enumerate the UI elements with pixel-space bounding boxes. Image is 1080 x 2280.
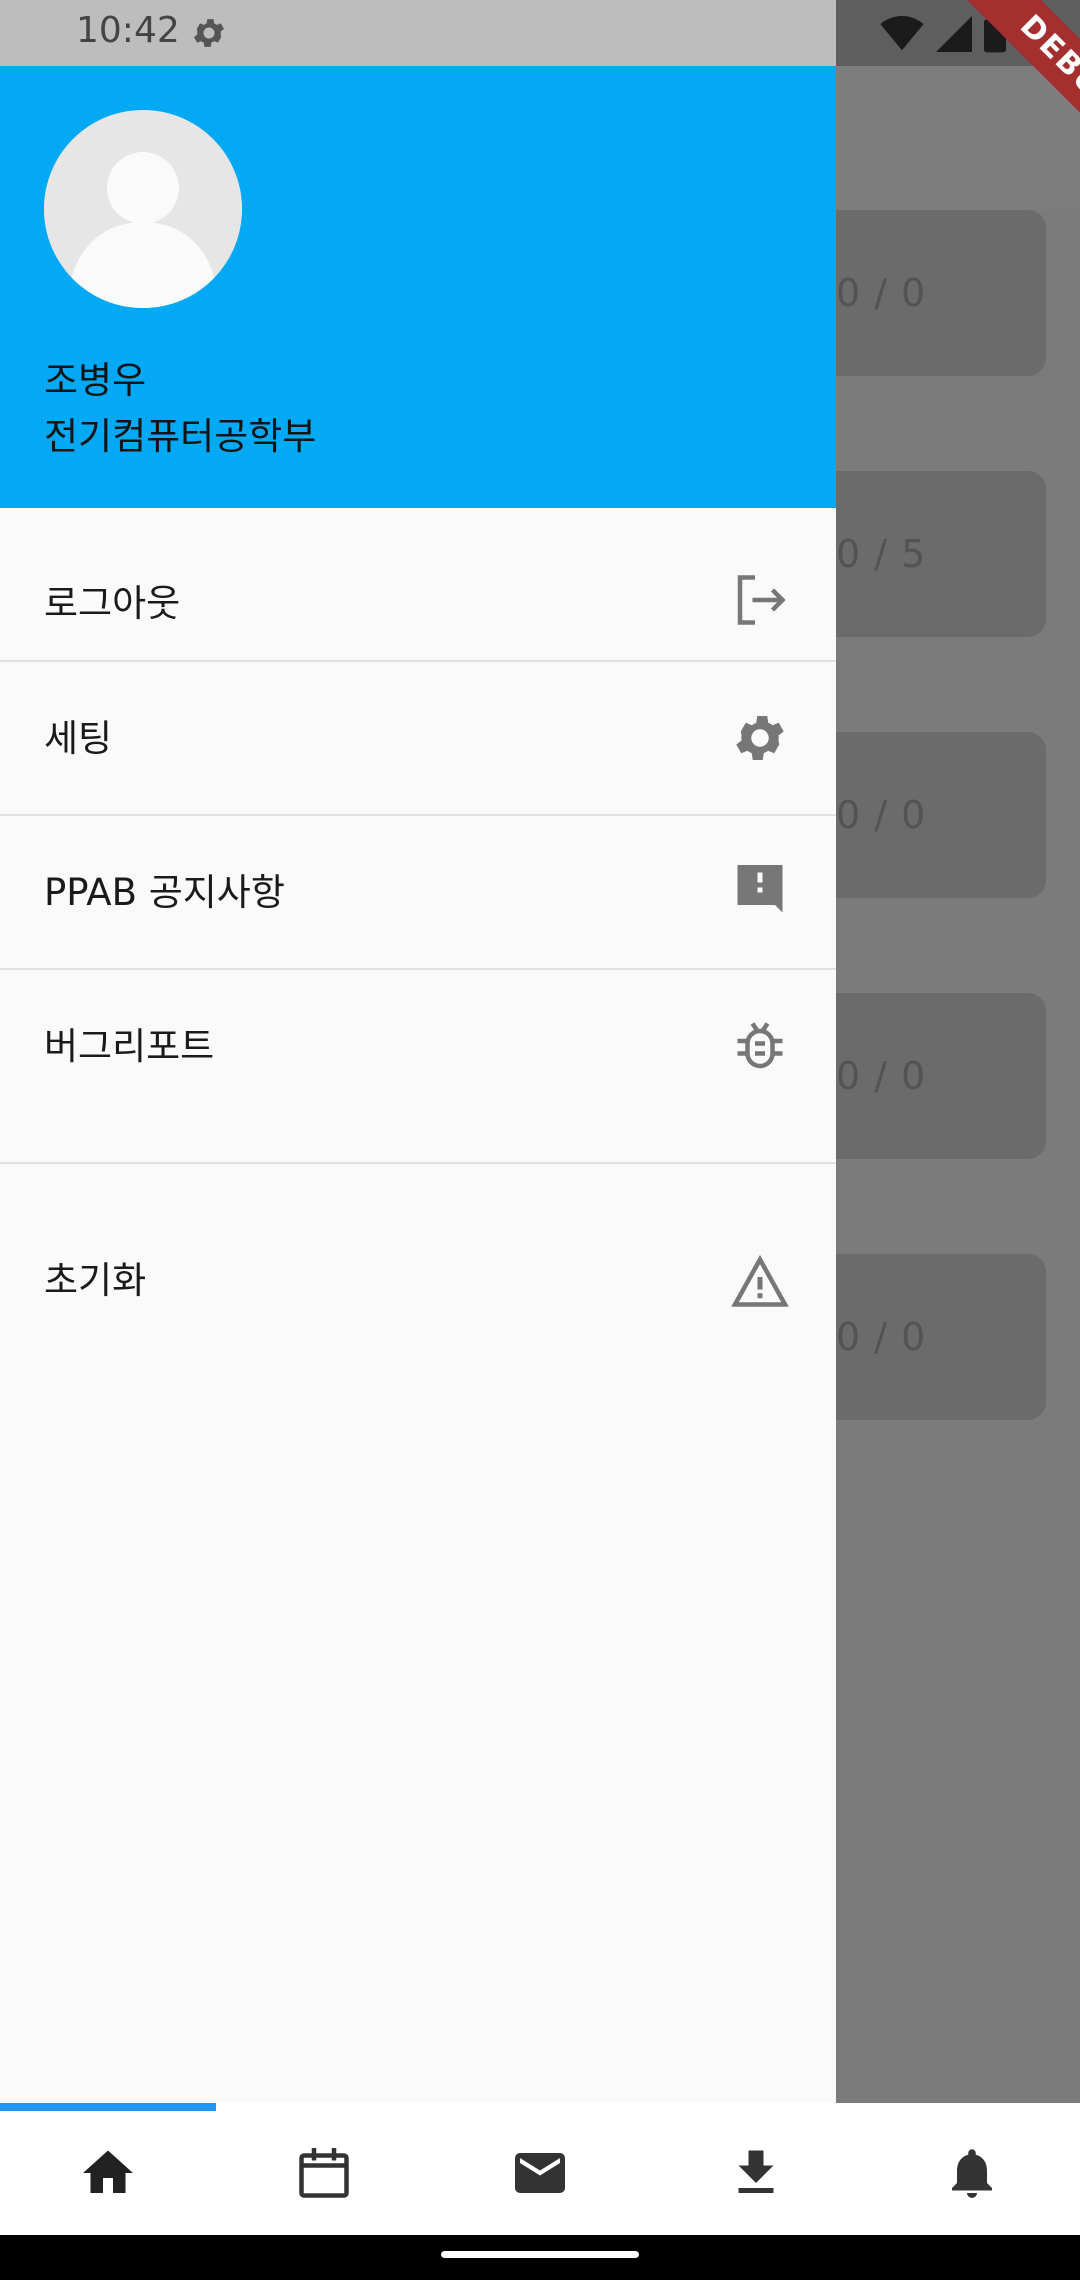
nav-home[interactable] — [0, 2133, 216, 2213]
menu-item-label: 버그리포트 — [44, 1025, 215, 1068]
menu-item-bug-report[interactable]: 버그리포트 — [0, 970, 836, 1164]
menu-item-label: 로그아웃 — [44, 582, 181, 625]
user-department: 전기컴퓨터공학부 — [44, 415, 317, 458]
menu-item-settings[interactable]: 세팅 — [0, 662, 836, 816]
selected-tab-indicator — [0, 2103, 216, 2111]
bug-icon — [737, 1022, 783, 1069]
card-value: 0 / 5 — [836, 532, 927, 576]
avatar — [44, 110, 242, 308]
menu-item-notices[interactable]: PPAB 공지사항 — [0, 816, 836, 970]
mail-icon — [515, 2153, 565, 2193]
nav-notifications[interactable] — [864, 2133, 1080, 2213]
menu-item-label: 초기화 — [44, 1259, 147, 1302]
gear-icon — [736, 716, 784, 760]
navigation-drawer: 조병우 전기컴퓨터공학부 로그아웃 세팅 PPAB 공지사항 버그리포트 초기화 — [0, 66, 836, 2103]
drawer-header: 조병우 전기컴퓨터공학부 — [0, 66, 836, 508]
gear-icon — [193, 19, 225, 47]
calendar-icon — [299, 2148, 349, 2198]
nav-download[interactable] — [648, 2133, 864, 2213]
nav-mail[interactable] — [432, 2133, 648, 2213]
card-value: 0 / 0 — [836, 1315, 927, 1359]
bottom-navigation — [0, 2103, 1080, 2235]
status-time: 10:42 — [76, 10, 180, 51]
download-icon — [738, 2150, 774, 2193]
menu-item-label: 세팅 — [44, 717, 113, 760]
wifi-icon — [880, 16, 924, 51]
logout-icon — [737, 575, 786, 625]
menu-item-reset[interactable]: 초기화 — [0, 1164, 836, 1396]
announcement-icon — [737, 865, 783, 913]
warning-icon — [731, 1254, 789, 1307]
menu-item-logout[interactable]: 로그아웃 — [0, 508, 836, 662]
status-bar: 10:42 DEBUG — [0, 0, 1080, 170]
nav-calendar[interactable] — [216, 2133, 432, 2213]
card-value: 0 / 0 — [836, 271, 927, 315]
home-icon — [83, 2150, 133, 2193]
card-value: 0 / 0 — [836, 793, 927, 837]
user-placeholder-icon — [44, 110, 242, 308]
user-name: 조병우 — [44, 359, 147, 402]
card-value: 0 / 0 — [836, 1054, 927, 1098]
menu-item-label: PPAB 공지사항 — [44, 871, 285, 914]
signal-icon — [936, 16, 972, 52]
home-gesture-handle[interactable] — [441, 2251, 639, 2258]
bell-icon — [952, 2149, 992, 2198]
system-navigation-bar — [0, 2235, 1080, 2280]
